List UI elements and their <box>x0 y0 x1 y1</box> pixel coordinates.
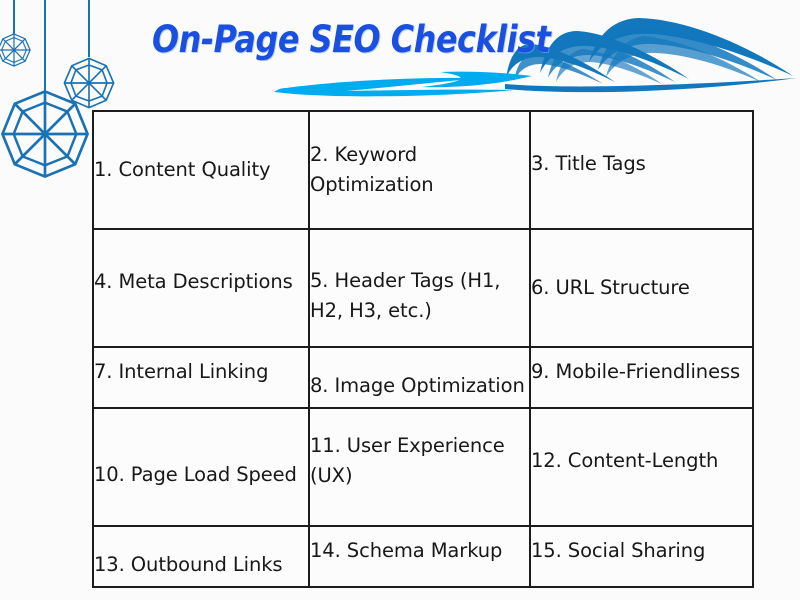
table-row: 7. Internal Linking 8. Image Optimizatio… <box>92 346 754 409</box>
checklist-label-9: 9. Mobile-Friendliness <box>531 359 741 383</box>
page-title: On-Page SEO Checklist <box>152 18 551 61</box>
checklist-cell-4[interactable]: 4. Meta Descriptions <box>92 228 310 349</box>
checklist-label-14: 14. Schema Markup <box>310 538 503 562</box>
checklist-label-7: 7. Internal Linking <box>94 359 269 383</box>
checklist-cell-15[interactable]: 15. Social Sharing <box>529 525 754 588</box>
checklist-cell-12[interactable]: 12. Content-Length <box>529 406 754 528</box>
checklist-cell-7[interactable]: 7. Internal Linking <box>92 346 310 409</box>
swoosh-underline-icon <box>274 71 532 97</box>
table-row: 1. Content Quality 2. Keyword Optimizati… <box>92 109 754 231</box>
title-block: On-Page SEO Checklist <box>140 12 551 97</box>
checklist-cell-14[interactable]: 14. Schema Markup <box>308 525 531 588</box>
checklist-cell-2[interactable]: 2. Keyword Optimization <box>308 109 531 231</box>
checklist-cell-8[interactable]: 8. Image Optimization <box>308 346 531 409</box>
checklist-label-12: 12. Content-Length <box>531 449 719 473</box>
checklist-cell-3[interactable]: 3. Title Tags <box>529 109 754 231</box>
checklist-label-4: 4. Meta Descriptions <box>94 270 293 294</box>
table-row: 13. Outbound Links 14. Schema Markup 15.… <box>92 525 754 588</box>
checklist-cell-5[interactable]: 5. Header Tags (H1, H2, H3, etc.) <box>308 228 531 349</box>
checklist-cell-10[interactable]: 10. Page Load Speed <box>92 406 310 528</box>
table-row: 4. Meta Descriptions 5. Header Tags (H1,… <box>92 228 754 349</box>
checklist-label-6: 6. URL Structure <box>531 276 690 300</box>
checklist-label-15: 15. Social Sharing <box>531 538 706 562</box>
checklist-label-13: 13. Outbound Links <box>94 552 283 576</box>
checklist-label-3: 3. Title Tags <box>531 152 646 176</box>
checklist-cell-6[interactable]: 6. URL Structure <box>529 228 754 349</box>
table-row: 10. Page Load Speed 11. User Experience … <box>92 406 754 528</box>
checklist-label-11: 11. User Experience (UX) <box>310 434 505 488</box>
checklist-cell-1[interactable]: 1. Content Quality <box>92 109 310 231</box>
checklist-label-5: 5. Header Tags (H1, H2, H3, etc.) <box>310 269 501 323</box>
checklist-label-8: 8. Image Optimization <box>310 373 525 397</box>
checklist-cell-13[interactable]: 13. Outbound Links <box>92 525 310 588</box>
checklist-cell-9[interactable]: 9. Mobile-Friendliness <box>529 346 754 409</box>
checklist-label-10: 10. Page Load Speed <box>94 463 297 487</box>
checklist-label-2: 2. Keyword Optimization <box>310 143 434 197</box>
checklist-label-1: 1. Content Quality <box>94 158 271 182</box>
seo-checklist-table: 1. Content Quality 2. Keyword Optimizati… <box>92 109 754 588</box>
checklist-cell-11[interactable]: 11. User Experience (UX) <box>308 406 531 528</box>
